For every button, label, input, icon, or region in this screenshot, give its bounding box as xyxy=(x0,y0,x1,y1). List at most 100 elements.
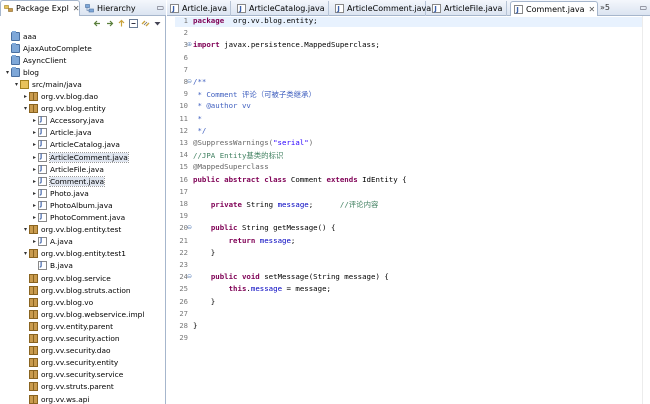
tree-item[interactable]: ▾ blog xyxy=(0,66,39,78)
package-icon xyxy=(29,285,38,295)
view-menu-icon[interactable] xyxy=(153,19,162,28)
collapsed-twisty-icon[interactable]: ▸ xyxy=(31,154,38,161)
expanded-twisty-icon[interactable]: ▾ xyxy=(22,226,29,233)
tree-item[interactable]: ▸ ArticleCatalog.java xyxy=(0,139,120,151)
maximize-icon[interactable]: ▭ xyxy=(639,3,647,12)
editor-tab[interactable]: J Article.java xyxy=(167,1,231,16)
tree-item-label: org.vv.blog.entity.test xyxy=(41,225,122,235)
tab-package-explorer[interactable]: Package Expl ✕ xyxy=(0,0,80,16)
fold-collapse-icon[interactable]: ⊖ xyxy=(187,78,192,85)
line-number: 13 xyxy=(179,138,188,147)
expanded-twisty-icon[interactable]: ▾ xyxy=(13,81,20,88)
link-editor-icon[interactable] xyxy=(141,19,150,28)
fold-expand-icon[interactable]: ⊕ xyxy=(187,41,192,48)
tree-item[interactable]: ▸ ArticleFile.java xyxy=(0,163,104,175)
close-icon[interactable]: ✕ xyxy=(589,5,596,14)
tree-item[interactable]: org.vv.blog.webservice.impl xyxy=(0,308,144,320)
tree-item-label: org.vv.blog.vo xyxy=(41,297,94,307)
tree-item-label: org.vv.security.action xyxy=(41,334,120,343)
tree-item[interactable]: ▸ A.java xyxy=(0,236,73,248)
tree-item-label: PhotoComment.java xyxy=(50,213,126,222)
tree-item[interactable]: AsyncClient xyxy=(0,54,66,66)
tree-item[interactable]: org.vv.struts.parent xyxy=(0,381,114,393)
tree-item[interactable]: ▸ org.vv.blog.dao xyxy=(0,91,98,103)
tree-item[interactable]: org.vv.entity.parent xyxy=(0,320,113,332)
tree-item[interactable]: org.vv.security.dao xyxy=(0,345,111,357)
fold-collapse-icon[interactable]: ⊖ xyxy=(187,224,192,231)
code-token: message xyxy=(259,235,291,245)
tree-item[interactable]: ▸ Accessory.java xyxy=(0,115,104,127)
editor-tab[interactable]: J Comment.java ✕ xyxy=(510,1,598,16)
code-token: "serial" xyxy=(273,138,309,147)
svg-text:J: J xyxy=(433,5,437,13)
svg-text:J: J xyxy=(336,5,340,13)
expanded-twisty-icon[interactable]: ▾ xyxy=(22,250,29,257)
expanded-twisty-icon[interactable]: ▾ xyxy=(22,105,29,112)
editor-tab-overflow[interactable]: »5 xyxy=(600,3,610,12)
package-explorer-toolbar xyxy=(0,16,166,30)
tree-item[interactable]: ▾ src/main/java xyxy=(0,78,82,90)
editor-tab[interactable]: J ArticleCatalog.java xyxy=(234,1,329,16)
editor-tab-label: ArticleCatalog.java xyxy=(249,4,325,13)
line-number: 12 xyxy=(179,125,188,135)
expanded-twisty-icon[interactable]: ▾ xyxy=(4,69,11,76)
tree-item[interactable]: org.vv.security.entity xyxy=(0,357,118,369)
svg-text:J: J xyxy=(171,5,175,13)
code-token: message xyxy=(277,200,309,209)
editor-tab[interactable]: J ArticleComment.java xyxy=(332,1,431,16)
tree-item[interactable]: B.java xyxy=(0,260,73,272)
tree-item[interactable]: org.vv.security.service xyxy=(0,369,123,381)
fold-collapse-icon[interactable]: ⊖ xyxy=(187,273,192,280)
editor-tab[interactable]: J ArticleFile.java xyxy=(429,1,507,16)
line-number: 16 xyxy=(179,174,188,184)
tree-item[interactable]: ▾ org.vv.blog.entity.test1 xyxy=(0,248,126,260)
minimize-icon[interactable]: ▭ xyxy=(156,3,164,12)
tree-item[interactable]: ▸ PhotoAlbum.java xyxy=(0,199,113,211)
collapsed-twisty-icon[interactable]: ▸ xyxy=(31,141,38,148)
tree-item[interactable]: ▸ Photo.java xyxy=(0,187,89,199)
tree-item[interactable]: ▸ Article.java xyxy=(0,127,92,139)
collapsed-twisty-icon[interactable]: ▸ xyxy=(31,129,38,136)
collapsed-twisty-icon[interactable]: ▸ xyxy=(31,214,38,221)
tree-item[interactable]: ▾ org.vv.blog.entity.test xyxy=(0,224,121,236)
tree-item[interactable]: ▸ Comment.java xyxy=(0,175,106,187)
collapsed-twisty-icon[interactable]: ▸ xyxy=(31,117,38,124)
tree-item[interactable]: ▾ org.vv.blog.entity xyxy=(0,103,106,115)
tree-item[interactable]: ▸ ArticleComment.java xyxy=(0,151,129,163)
collapsed-twisty-icon[interactable]: ▸ xyxy=(31,238,38,245)
overview-ruler xyxy=(642,16,650,404)
tab-hierarchy[interactable]: Hierarchy xyxy=(82,0,164,16)
collapsed-twisty-icon[interactable]: ▸ xyxy=(31,166,38,173)
tree-item[interactable]: org.vv.blog.struts.action xyxy=(0,284,131,296)
code-token: setMessage(String message) { xyxy=(259,272,389,282)
tree-item[interactable]: AjaxAutoComplete xyxy=(0,42,92,54)
forward-icon[interactable] xyxy=(105,19,114,28)
code-line: //JPA Entity基类的标识 xyxy=(193,150,283,162)
collapsed-twisty-icon[interactable]: ▸ xyxy=(31,202,38,209)
collapsed-twisty-icon[interactable]: ▸ xyxy=(31,178,38,185)
collapsed-twisty-icon[interactable]: ▸ xyxy=(31,190,38,197)
tree-item[interactable]: org.vv.blog.service xyxy=(0,272,111,284)
tree-item[interactable]: org.vv.security.action xyxy=(0,333,120,345)
package-icon xyxy=(29,346,38,356)
line-number: 15 xyxy=(179,162,188,172)
close-icon[interactable]: ✕ xyxy=(73,4,80,13)
line-number: 11 xyxy=(179,113,188,123)
tree-item[interactable]: org.vv.ws.api xyxy=(0,393,90,404)
code-line: package org.vv.blog.entity; xyxy=(193,16,318,28)
package-icon xyxy=(29,225,38,235)
up-icon[interactable] xyxy=(117,19,126,28)
code-token: message xyxy=(250,284,283,294)
back-icon[interactable] xyxy=(93,19,102,28)
code-token: public xyxy=(210,223,238,233)
tree-item[interactable]: org.vv.blog.vo xyxy=(0,296,93,308)
java-file-icon: J xyxy=(432,4,441,13)
line-number: 22 xyxy=(179,247,188,257)
tree-item[interactable]: aaa xyxy=(0,30,37,42)
line-number: 7 xyxy=(183,64,188,74)
collapsed-twisty-icon[interactable]: ▸ xyxy=(22,93,29,100)
tree-item-label: aaa xyxy=(23,31,37,41)
tree-item[interactable]: ▸ PhotoComment.java xyxy=(0,212,125,224)
collapse-all-icon[interactable] xyxy=(129,18,138,28)
